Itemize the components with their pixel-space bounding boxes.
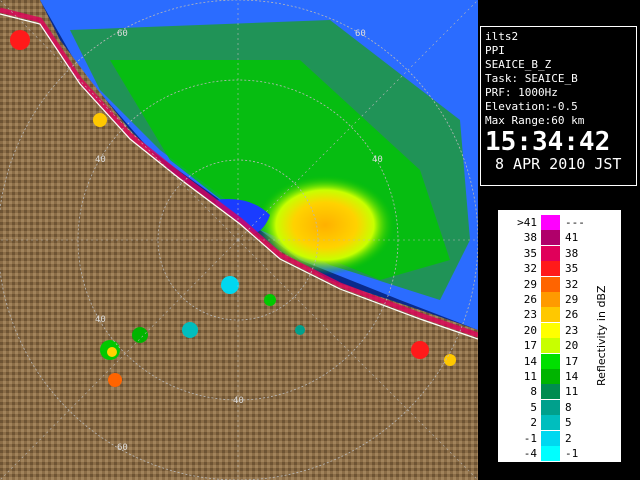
legend-upper-value: 38 <box>565 246 579 260</box>
range-label: 60 <box>355 29 366 39</box>
legend-lower-value: 14 <box>523 354 537 368</box>
legend-upper-value: 35 <box>565 262 579 276</box>
legend-color-swatch <box>541 307 560 323</box>
task-name: Task: SEAICE_B <box>485 72 578 85</box>
legend-upper-value: 17 <box>565 354 579 368</box>
legend-lower-value: 2 <box>530 416 537 430</box>
legend-upper-value: --- <box>565 216 585 229</box>
legend-color-swatch <box>541 399 560 415</box>
product-name: SEAICE_B_Z <box>485 58 552 71</box>
legend-upper-value: 14 <box>565 370 579 383</box>
legend-upper-value: 23 <box>565 323 579 337</box>
legend-upper-value: 11 <box>565 385 579 399</box>
range-label: 40 <box>233 396 244 406</box>
radar-ppi-display: 60 60 40 40 40 40 60 <box>0 0 478 480</box>
elevation-value: Elevation:-0.5 <box>485 100 578 113</box>
legend-upper-value: -1 <box>565 447 579 460</box>
range-label: 40 <box>95 155 106 165</box>
legend-color-swatch <box>541 430 560 446</box>
legend-color-swatch <box>541 215 560 230</box>
scan-info-panel: ilts2 PPI SEAICE_B_Z Task: SEAICE_B PRF:… <box>480 26 637 186</box>
legend-color-swatch <box>541 353 560 369</box>
site-name: ilts2 <box>485 30 519 43</box>
range-label: 40 <box>372 155 383 165</box>
scan-type: PPI <box>485 44 505 57</box>
scan-date: 8 APR 2010 JST <box>495 155 622 173</box>
scan-time: 15:34:42 <box>485 127 611 157</box>
legend-color-swatch <box>541 276 560 292</box>
range-label: 60 <box>117 443 128 453</box>
legend-upper-value: 29 <box>565 293 579 306</box>
legend-color-swatch <box>541 245 560 261</box>
legend-title: Reflectivity in dBZ <box>595 285 608 387</box>
legend-lower-value: 8 <box>530 385 537 399</box>
legend-color-swatch <box>541 384 560 400</box>
reflectivity-legend: >41 --- 38 41 35 38 32 35 29 32 26 29 23 26 20 23 17 20 14… <box>498 210 621 462</box>
legend-lower-value: 5 <box>530 400 537 414</box>
legend-color-swatch <box>541 415 560 431</box>
legend-upper-value: 20 <box>565 339 579 353</box>
legend-upper-value: 26 <box>565 308 579 322</box>
legend-lower-value: 35 <box>523 246 537 260</box>
legend-lower-value: 11 <box>523 370 537 383</box>
legend-color-swatch <box>541 446 560 461</box>
legend-color-swatch <box>541 230 560 246</box>
legend-lower-value: 26 <box>523 293 537 306</box>
legend-upper-value: 32 <box>565 277 579 291</box>
legend-upper-value: 8 <box>565 400 572 414</box>
legend-lower-value: 17 <box>523 339 537 353</box>
legend-lower-value: -1 <box>523 431 537 445</box>
legend-lower-value: 38 <box>523 231 537 245</box>
max-range-value: Max Range:60 km <box>485 114 585 127</box>
legend-color-swatch <box>541 369 560 384</box>
legend-lower-value: >41 <box>517 216 537 229</box>
legend-lower-value: 29 <box>523 277 537 291</box>
legend-upper-value: 41 <box>565 231 579 245</box>
legend-color-swatch <box>541 261 560 277</box>
legend-color-swatch <box>541 338 560 354</box>
range-label: 60 <box>117 29 128 39</box>
legend-lower-value: 20 <box>523 323 537 337</box>
legend-lower-value: -4 <box>523 447 537 460</box>
legend-upper-value: 2 <box>565 431 572 445</box>
legend-upper-value: 5 <box>565 416 572 430</box>
prf-value: PRF: 1000Hz <box>485 86 558 99</box>
legend-lower-value: 32 <box>523 262 537 276</box>
legend-color-swatch <box>541 322 560 338</box>
legend-color-swatch <box>541 292 560 307</box>
legend-lower-value: 23 <box>523 308 537 322</box>
range-label: 40 <box>95 315 106 325</box>
